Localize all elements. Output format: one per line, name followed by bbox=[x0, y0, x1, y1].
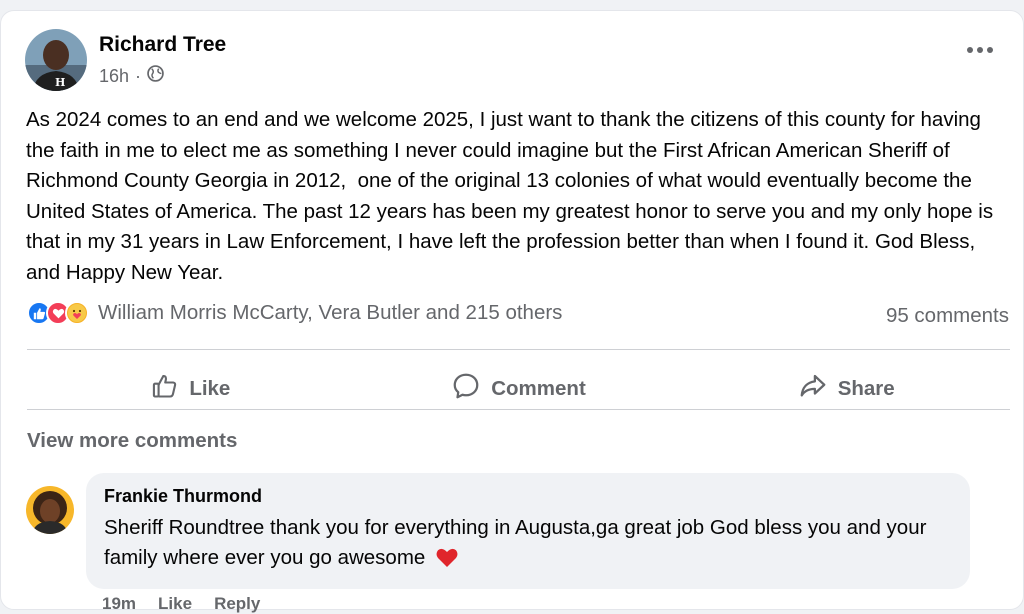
commenter-avatar[interactable] bbox=[26, 486, 74, 534]
divider bbox=[27, 409, 1010, 410]
view-more-comments-link[interactable]: View more comments bbox=[27, 429, 237, 453]
share-icon bbox=[798, 371, 828, 407]
heart-emoji-icon bbox=[435, 546, 459, 577]
comment-reply-link[interactable]: Reply bbox=[214, 594, 260, 614]
post-author-name[interactable]: Richard Tree bbox=[99, 33, 226, 57]
more-options-button[interactable] bbox=[967, 47, 993, 53]
comment-time: 19m bbox=[102, 594, 137, 613]
comment-label: Comment bbox=[491, 377, 586, 400]
more-dot-icon bbox=[977, 47, 983, 53]
post-meta: 16h · bbox=[99, 65, 164, 87]
divider bbox=[27, 349, 1010, 350]
svg-text:H: H bbox=[55, 76, 65, 89]
reaction-icons bbox=[27, 301, 89, 325]
post-time[interactable]: 16h bbox=[99, 66, 129, 87]
comments-count[interactable]: 95 comments bbox=[886, 304, 1009, 328]
meta-separator: · bbox=[135, 65, 142, 86]
more-dot-icon bbox=[987, 47, 993, 53]
post-card: H Richard Tree 16h · As 2024 comes to an… bbox=[0, 10, 1024, 613]
reactors-text[interactable]: William Morris McCarty, Vera Butler and … bbox=[98, 301, 562, 325]
comment-footer: 19m Like Reply bbox=[102, 594, 260, 614]
comment-like-link[interactable]: Like bbox=[158, 594, 192, 614]
like-label: Like bbox=[189, 377, 231, 400]
comment-icon bbox=[451, 371, 481, 407]
thumbs-up-icon bbox=[151, 372, 179, 406]
comment-text: Sheriff Roundtree thank you for everythi… bbox=[104, 513, 964, 577]
comment-body: Sheriff Roundtree thank you for everythi… bbox=[104, 516, 927, 569]
care-icon bbox=[65, 301, 89, 325]
author-avatar[interactable]: H bbox=[25, 29, 87, 91]
post-body-text: As 2024 comes to an end and we welcome 2… bbox=[26, 108, 999, 284]
more-dot-icon bbox=[967, 47, 973, 53]
share-label: Share bbox=[837, 377, 895, 400]
reactions-summary[interactable]: William Morris McCarty, Vera Butler and … bbox=[27, 301, 562, 325]
comment-bubble[interactable]: Frankie Thurmond Sheriff Roundtree thank… bbox=[86, 473, 970, 589]
commenter-name[interactable]: Frankie Thurmond bbox=[104, 486, 262, 507]
globe-icon bbox=[147, 65, 164, 87]
